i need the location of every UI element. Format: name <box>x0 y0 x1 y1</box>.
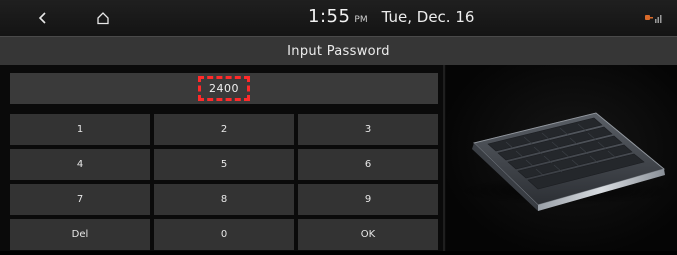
back-button[interactable] <box>30 6 56 30</box>
main-content: 2400 1 2 3 4 5 6 7 8 9 Del 0 OK <box>0 65 677 251</box>
status-bar: 1:55 PM Tue, Dec. 16 <box>0 0 677 36</box>
key-7[interactable]: 7 <box>10 184 150 215</box>
connection-status-icon <box>645 15 662 23</box>
panel-divider <box>443 65 445 251</box>
password-value: 2400 <box>198 76 250 101</box>
page-title: Input Password <box>287 43 390 59</box>
ok-button[interactable]: OK <box>298 219 438 250</box>
key-6[interactable]: 6 <box>298 149 438 180</box>
home-icon <box>97 12 109 25</box>
clock-date: Tue, Dec. 16 <box>381 8 475 26</box>
numeric-keypad: 1 2 3 4 5 6 7 8 9 Del 0 OK <box>10 114 438 250</box>
keyboard-illustration <box>454 112 674 211</box>
key-4[interactable]: 4 <box>10 149 150 180</box>
password-field[interactable]: 2400 <box>10 73 438 104</box>
home-button[interactable] <box>90 6 116 30</box>
keyboard-illustration-panel <box>446 65 677 251</box>
clock-time: 1:55 <box>308 6 351 27</box>
key-9[interactable]: 9 <box>298 184 438 215</box>
key-0[interactable]: 0 <box>154 219 294 250</box>
key-2[interactable]: 2 <box>154 114 294 145</box>
chevron-left-icon <box>38 12 46 24</box>
delete-button[interactable]: Del <box>10 219 150 250</box>
key-1[interactable]: 1 <box>10 114 150 145</box>
clock: 1:55 PM Tue, Dec. 16 <box>308 6 474 30</box>
key-8[interactable]: 8 <box>154 184 294 215</box>
key-3[interactable]: 3 <box>298 114 438 145</box>
clock-ampm: PM <box>354 15 368 25</box>
title-bar: Input Password <box>0 36 677 65</box>
key-5[interactable]: 5 <box>154 149 294 180</box>
